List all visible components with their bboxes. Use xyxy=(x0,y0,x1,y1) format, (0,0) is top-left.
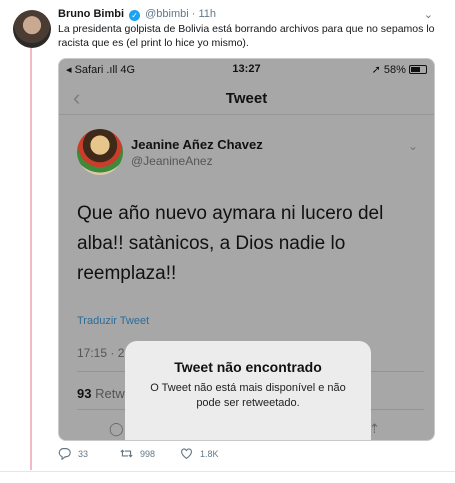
tweet-text: La presidenta golpista de Bolivia está b… xyxy=(58,23,435,49)
inner-avatar xyxy=(77,129,123,175)
tweet-header: Bruno Bimbi ✓ @bbimbi · 11h xyxy=(58,8,216,21)
separator-dot: · xyxy=(191,8,196,20)
heart-icon xyxy=(181,448,192,460)
inner-timestamp: 17:15 · 2 xyxy=(77,346,125,360)
inner-chevron-down-icon: ⌄ xyxy=(407,139,418,153)
alert-message: O Tweet não está mais disponível e não p… xyxy=(150,382,346,409)
inner-author-handle: @JeanineAnez xyxy=(131,154,213,168)
retweet-number: 93 xyxy=(77,386,92,401)
inner-reply-icon: ◯ xyxy=(109,421,124,436)
ios-status-bar: ◂ Safari .ıll 4G 13:27 ➚ 58% xyxy=(59,59,434,81)
attached-screenshot-image[interactable]: ◂ Safari .ıll 4G 13:27 ➚ 58% ‹ Tweet Jea… xyxy=(58,58,435,441)
reply-count: 33 xyxy=(78,448,89,459)
retweet-label: Retw xyxy=(95,386,125,401)
inner-author-name: Jeanine Añez Chavez xyxy=(131,137,263,152)
verified-badge-icon: ✓ xyxy=(129,10,141,21)
battery-icon xyxy=(409,65,427,74)
author-name[interactable]: Bruno Bimbi xyxy=(58,8,124,20)
retweet-icon xyxy=(120,449,133,458)
inner-tweet-text: Que año nuevo aymara ni lucero del alba!… xyxy=(77,203,384,284)
nav-bar: ‹ Tweet xyxy=(59,81,434,115)
not-found-alert: Tweet não encontrado O Tweet não está ma… xyxy=(125,341,371,440)
thread-connector-line xyxy=(30,48,32,470)
battery-percent: ➚ 58% xyxy=(371,64,406,76)
inner-retweet-count: 93 Retw xyxy=(77,386,125,401)
tweet-timestamp[interactable]: 11h xyxy=(199,8,217,20)
tweet-actions: 33 998 1.8K xyxy=(58,447,438,463)
chevron-down-icon[interactable]: ⌄ xyxy=(424,8,433,21)
reply-icon xyxy=(58,448,71,460)
retweet-button[interactable]: 998 xyxy=(120,447,155,460)
alert-title: Tweet não encontrado xyxy=(174,359,322,375)
status-battery: ➚ 58% xyxy=(372,63,427,76)
retweet-count: 998 xyxy=(140,448,156,459)
like-count: 1.8K xyxy=(200,448,219,459)
translate-link: Traduzir Tweet xyxy=(77,315,150,327)
nav-title: Tweet xyxy=(225,90,268,107)
reply-button[interactable]: 33 xyxy=(58,447,88,460)
like-button[interactable]: 1.8K xyxy=(180,447,219,460)
author-avatar[interactable] xyxy=(13,10,51,48)
author-handle[interactable]: @bbimbi xyxy=(145,8,189,20)
divider xyxy=(0,471,455,472)
